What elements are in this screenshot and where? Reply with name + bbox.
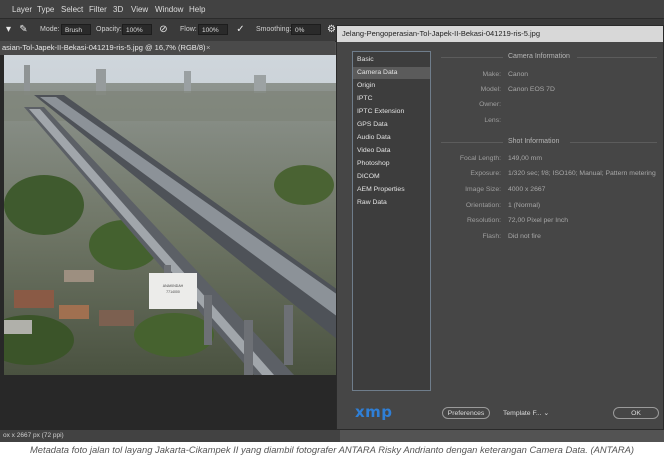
metadata-categories: Basic Camera Data Origin IPTC IPTC Exten… xyxy=(352,51,431,391)
sidebar-item-video-data[interactable]: Video Data xyxy=(353,145,430,157)
make-label: Make: xyxy=(482,71,501,78)
divider xyxy=(570,142,657,143)
smoothing-label: Smoothing: xyxy=(256,26,292,33)
orientation-label: Orientation: xyxy=(465,202,501,209)
sidebar-item-basic[interactable]: Basic xyxy=(353,54,430,66)
divider xyxy=(441,57,503,58)
flow-value: 100% xyxy=(202,27,219,34)
divider xyxy=(577,57,657,58)
resolution-label: Resolution: xyxy=(466,217,501,224)
photoshop-window: Layer Type Select Filter 3D View Window … xyxy=(0,0,664,442)
billboard-line1: ANAKINDAH xyxy=(163,284,184,288)
document-tab-title: asian-Tol-Japek-II-Bekasi-041219-ris-5.j… xyxy=(2,43,206,52)
close-icon[interactable]: × xyxy=(206,41,210,55)
orientation-value[interactable]: 1 (Normal) xyxy=(508,202,540,209)
lens-label: Lens: xyxy=(484,117,501,124)
pressure-opacity-icon[interactable]: ⊘ xyxy=(157,23,170,36)
document-tab[interactable]: asian-Tol-Japek-II-Bekasi-041219-ris-5.j… xyxy=(0,41,335,55)
chevron-down-icon: ⌄ xyxy=(543,410,550,417)
model-value[interactable]: Canon EOS 7D xyxy=(508,86,555,93)
flash-label: Flash: xyxy=(482,233,501,240)
exposure-label: Exposure: xyxy=(470,170,501,177)
ok-button[interactable]: OK xyxy=(613,407,659,419)
menu-layer[interactable]: Layer xyxy=(12,5,32,14)
shot-section-title: Shot Information xyxy=(508,138,560,145)
opacity-label: Opacity: xyxy=(96,26,122,33)
sidebar-item-iptc-extension[interactable]: IPTC Extension xyxy=(353,106,430,118)
sidebar-item-aem-properties[interactable]: AEM Properties xyxy=(353,184,430,196)
menu-view[interactable]: View xyxy=(131,5,148,14)
focal-length-label: Focal Length: xyxy=(459,155,501,162)
sidebar-item-iptc[interactable]: IPTC xyxy=(353,93,430,105)
sidebar-item-origin[interactable]: Origin xyxy=(353,80,430,92)
dialog-title: Jelang-Pengoperasian-Tol-Japek-II-Bekasi… xyxy=(337,26,663,42)
sidebar-item-audio-data[interactable]: Audio Data xyxy=(353,132,430,144)
owner-label: Owner: xyxy=(479,101,501,108)
flash-value[interactable]: Did not fire xyxy=(508,233,541,240)
image-size-value[interactable]: 4000 x 2667 xyxy=(508,186,545,193)
menu-select[interactable]: Select xyxy=(61,5,83,14)
chevron-down-icon[interactable]: ▾ xyxy=(2,23,15,36)
menu-window[interactable]: Window xyxy=(155,5,183,14)
make-value[interactable]: Canon xyxy=(508,71,528,78)
opacity-field[interactable]: 100% xyxy=(122,24,152,35)
sidebar-item-dicom[interactable]: DICOM xyxy=(353,171,430,183)
opacity-value: 100% xyxy=(126,27,143,34)
camera-section-title: Camera Information xyxy=(508,53,570,60)
smoothing-value: 0% xyxy=(295,27,305,34)
resolution-value[interactable]: 72,00 Pixel per Inch xyxy=(508,217,568,224)
menu-bar: Layer Type Select Filter 3D View Window … xyxy=(0,0,664,18)
preferences-button[interactable]: Preferences xyxy=(442,407,490,419)
brush-icon[interactable]: ✎ xyxy=(17,23,30,36)
status-text: ox x 2667 px (72 ppi) xyxy=(3,432,64,439)
photo-caption: Metadata foto jalan tol layang Jakarta-C… xyxy=(29,444,635,455)
template-folder-dropdown[interactable]: Template F... ⌄ xyxy=(503,409,549,417)
exposure-value[interactable]: 1/320 sec; f/8; ISO160; Manual; Pattern … xyxy=(508,170,658,177)
sidebar-item-gps-data[interactable]: GPS Data xyxy=(353,119,430,131)
status-bar: ox x 2667 px (72 ppi) xyxy=(0,430,340,442)
file-info-dialog: Jelang-Pengoperasian-Tol-Japek-II-Bekasi… xyxy=(336,25,664,430)
focal-length-value[interactable]: 149,00 mm xyxy=(508,155,542,162)
sidebar-item-raw-data[interactable]: Raw Data xyxy=(353,197,430,209)
sidebar-item-camera-data[interactable]: Camera Data xyxy=(353,67,430,79)
image-size-label: Image Size: xyxy=(465,186,501,193)
photo-toll-road: ANAKINDAH 7714000 xyxy=(4,55,338,375)
mode-select[interactable]: Brush xyxy=(61,24,91,35)
airbrush-icon[interactable]: ✓ xyxy=(234,23,247,36)
sidebar-item-photoshop[interactable]: Photoshop xyxy=(353,158,430,170)
smoothing-field[interactable]: 0% xyxy=(291,24,321,35)
flow-field[interactable]: 100% xyxy=(198,24,228,35)
menu-help[interactable]: Help xyxy=(189,5,205,14)
billboard-line2: 7714000 xyxy=(166,290,180,294)
menu-filter[interactable]: Filter xyxy=(89,5,107,14)
menu-type[interactable]: Type xyxy=(37,5,54,14)
model-label: Model: xyxy=(480,86,501,93)
divider xyxy=(441,142,503,143)
flow-label: Flow: xyxy=(180,26,197,33)
xmp-logo: xmp xyxy=(355,403,393,421)
mode-label: Mode: xyxy=(40,26,60,33)
template-folder-label: Template F... xyxy=(503,410,542,417)
mode-value: Brush xyxy=(65,27,82,34)
menu-3d[interactable]: 3D xyxy=(113,5,123,14)
